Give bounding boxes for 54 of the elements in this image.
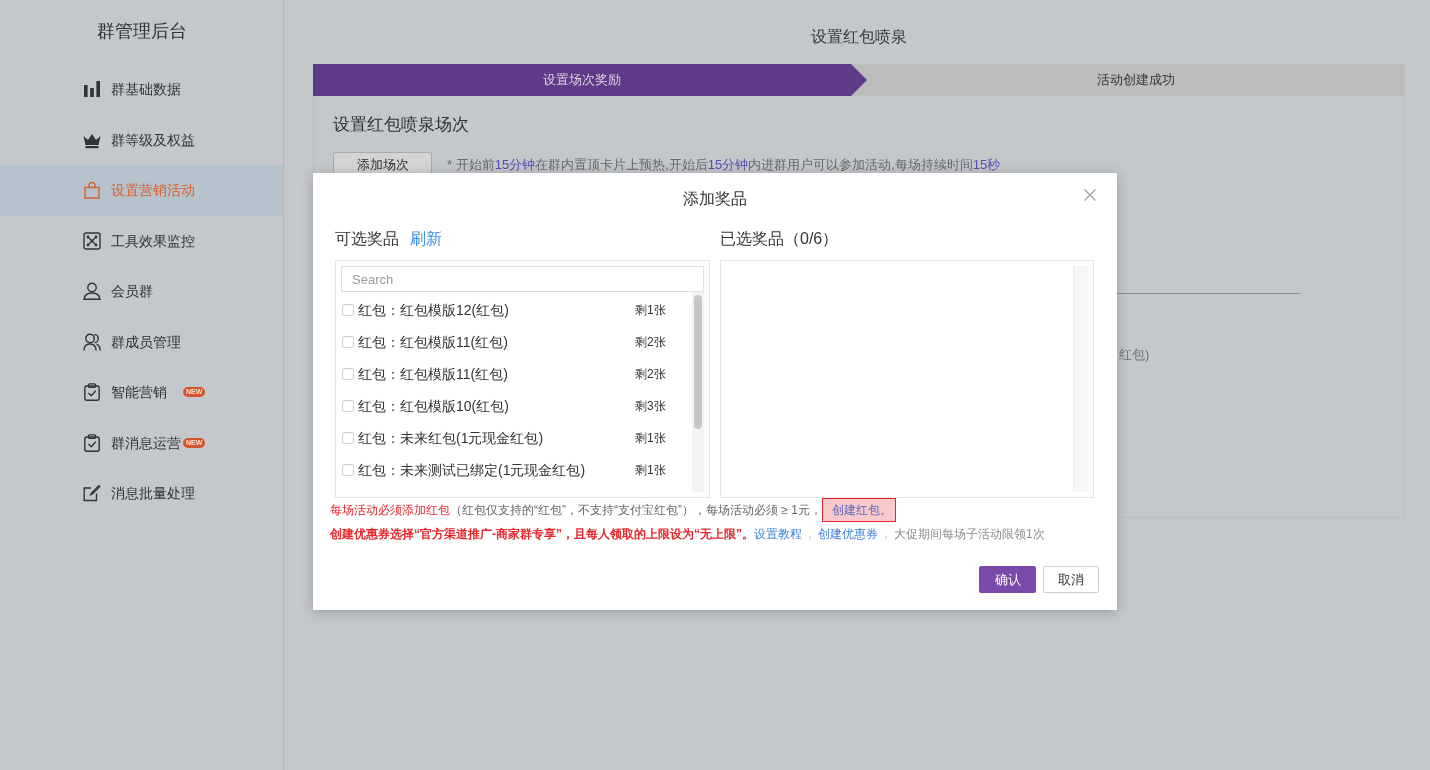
confirm-button[interactable]: 确认: [979, 566, 1036, 593]
remaining-count: 剩1张: [635, 302, 667, 318]
prize-label: 红包：未来测试已绑定(1元现金红包): [358, 461, 587, 479]
text-link[interactable]: 创建优惠券: [818, 527, 878, 541]
sidebar-item[interactable]: 群等级及权益: [0, 114, 283, 165]
page-title: 设置红包喷泉: [811, 27, 907, 47]
prize-label: 红包：未来红包(1元现金红包): [358, 429, 545, 447]
remaining-count: 剩1张: [635, 430, 667, 446]
prize-label: 红包：红包模版12(红包): [358, 301, 510, 319]
scrollbar[interactable]: [692, 292, 704, 492]
checkbox[interactable]: [342, 400, 354, 412]
text-link[interactable]: 设置教程: [754, 527, 802, 541]
sidebar-item[interactable]: 消息批量处理: [0, 468, 283, 519]
notice-text: 每场活动必须添加红包（红包仅支持的“红包”，不支持“支付宝红包”），每场活动必须 ≥ 1元， 创建红包。: [330, 498, 1094, 522]
nodes-icon: [83, 231, 101, 250]
checkbox[interactable]: [342, 432, 354, 444]
remaining-count: 剩2张: [635, 334, 667, 350]
refresh-link[interactable]: 刷新: [410, 228, 442, 250]
remaining-count: 剩1张: [635, 462, 667, 478]
notice-text: 创建优惠券选择“官方渠道推广-商家群专享”，且每人领取的上限设为“无上限”。设置教程 ， 创建优惠券 ， 大促期间每场子活动限领1次: [330, 526, 1046, 543]
dialog-title: 添加奖品: [682, 189, 747, 209]
shopping-bag-icon: [83, 181, 101, 200]
progress-step: 活动创建成功: [851, 64, 1405, 96]
sidebar-item[interactable]: 群成员管理: [0, 316, 283, 367]
checkbox[interactable]: [342, 336, 354, 348]
close-button[interactable]: [1084, 189, 1096, 201]
remaining-count: 剩3张: [635, 398, 667, 414]
checkbox[interactable]: [342, 368, 354, 380]
prize-label: 红包：红包模版11(红包): [358, 365, 509, 383]
sidebar-title: 群管理后台: [96, 20, 187, 43]
covered-text: 红包): [1119, 347, 1150, 363]
remaining-count: 剩2张: [635, 366, 667, 382]
clipboard-check-icon: [83, 433, 101, 452]
search-field[interactable]: Search: [341, 266, 704, 292]
prize-label: 红包：红包模版11(红包): [358, 333, 509, 351]
checkbox[interactable]: [342, 464, 354, 476]
progress-step: 设置场次奖励: [313, 64, 867, 96]
hint-text: * 开始前15分钟在群内置顶卡片上预热,开始后15分钟内进群用户可以参加活动,每场持续时间15秒: [447, 156, 1001, 174]
user-icon: [83, 282, 101, 301]
clipboard-check-icon: [83, 383, 101, 402]
bar-chart-icon: [83, 80, 101, 99]
edit-icon: [83, 484, 101, 503]
sidebar-item[interactable]: 工具效果监控: [0, 215, 283, 266]
section-title: 设置红包喷泉场次: [333, 114, 469, 136]
sidebar-item[interactable]: 群基础数据: [0, 64, 283, 115]
highlighted-link[interactable]: 创建红包。: [821, 498, 896, 522]
close-icon: [1084, 189, 1096, 201]
sidebar-item[interactable]: 会员群: [0, 266, 283, 317]
users-icon: [83, 332, 101, 351]
checkbox[interactable]: [342, 304, 354, 316]
prize-label: 红包：红包模版10(红包): [358, 397, 510, 415]
cancel-button[interactable]: 取消: [1043, 566, 1099, 593]
panel-title: 可选奖品: [335, 229, 399, 249]
panel-title: 已选奖品（0/6）: [720, 229, 839, 249]
